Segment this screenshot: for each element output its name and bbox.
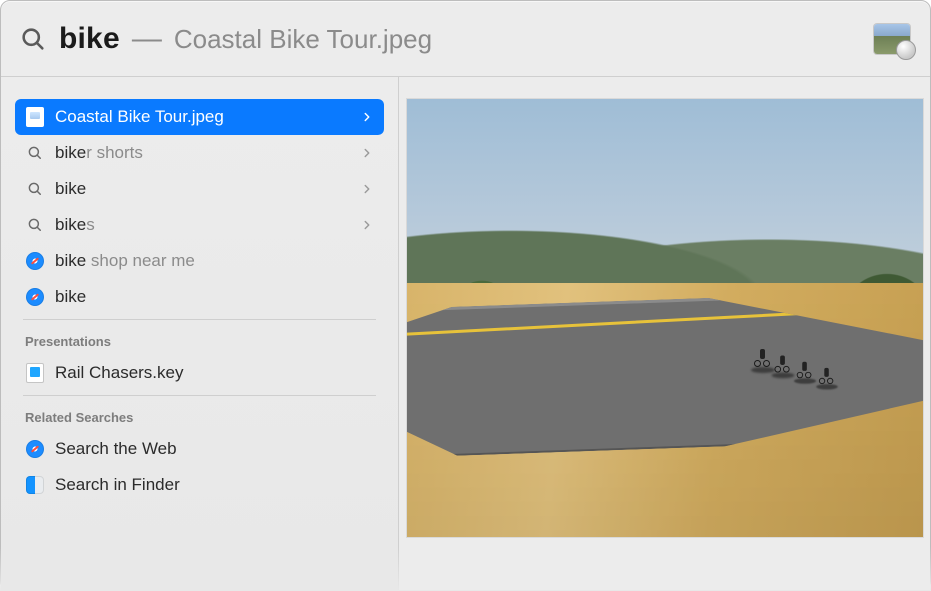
chevron-right-icon bbox=[360, 218, 374, 232]
suggestion-match: bike bbox=[55, 287, 86, 306]
preview-image bbox=[407, 99, 923, 537]
search-top-hit-completion: Coastal Bike Tour.jpeg bbox=[174, 24, 432, 55]
preview-pane bbox=[399, 77, 930, 590]
section-header-presentations: Presentations bbox=[15, 324, 384, 355]
search-text: bike — Coastal Bike Tour.jpeg bbox=[59, 22, 874, 56]
suggestion-match: bike bbox=[55, 143, 86, 162]
cyclist-icon bbox=[799, 362, 810, 379]
safari-icon bbox=[25, 251, 45, 271]
section-header-related: Related Searches bbox=[15, 400, 384, 431]
suggestion-row[interactable]: bike bbox=[15, 279, 384, 315]
sidebar-fade bbox=[1, 547, 399, 590]
top-hit-label: Coastal Bike Tour.jpeg bbox=[55, 107, 350, 127]
cyclist-icon bbox=[821, 368, 832, 384]
search-icon bbox=[25, 143, 45, 163]
suggestion-row[interactable]: bike bbox=[15, 171, 384, 207]
suggestion-match: bike bbox=[55, 179, 86, 198]
search-query-typed: bike bbox=[59, 22, 120, 56]
suggestion-row[interactable]: biker shorts bbox=[15, 135, 384, 171]
chevron-right-icon bbox=[360, 110, 374, 124]
related-label: Search in Finder bbox=[55, 475, 374, 495]
search-bar[interactable]: bike — Coastal Bike Tour.jpeg bbox=[1, 1, 930, 77]
safari-icon bbox=[25, 287, 45, 307]
chevron-right-icon bbox=[360, 146, 374, 160]
suggestion-row[interactable]: bikes bbox=[15, 207, 384, 243]
search-icon bbox=[25, 215, 45, 235]
related-search-finder[interactable]: Search in Finder bbox=[15, 467, 384, 503]
presentation-row[interactable]: Rail Chasers.key bbox=[15, 355, 384, 391]
content-area: Coastal Bike Tour.jpeg biker shorts bbox=[1, 77, 930, 590]
results-sidebar[interactable]: Coastal Bike Tour.jpeg biker shorts bbox=[1, 77, 399, 590]
suggestion-completion: r shorts bbox=[86, 143, 143, 162]
suggestion-label: bikes bbox=[55, 215, 350, 235]
divider bbox=[23, 395, 376, 396]
suggestion-completion: shop near me bbox=[86, 251, 195, 270]
related-search-web[interactable]: Search the Web bbox=[15, 431, 384, 467]
suggestion-row[interactable]: bike shop near me bbox=[15, 243, 384, 279]
jpeg-file-icon bbox=[25, 107, 45, 127]
related-label: Search the Web bbox=[55, 439, 374, 459]
search-icon bbox=[25, 179, 45, 199]
suggestion-match: bike bbox=[55, 215, 86, 234]
search-separator: — bbox=[132, 22, 162, 56]
suggestion-match: bike bbox=[55, 251, 86, 270]
chevron-right-icon bbox=[360, 182, 374, 196]
keynote-file-icon bbox=[25, 363, 45, 383]
search-icon bbox=[19, 25, 47, 53]
top-hit-app-icon bbox=[874, 24, 910, 54]
divider bbox=[23, 319, 376, 320]
cyclist-icon bbox=[757, 349, 769, 367]
presentation-label: Rail Chasers.key bbox=[55, 363, 374, 383]
top-hit-row[interactable]: Coastal Bike Tour.jpeg bbox=[15, 99, 384, 135]
suggestion-label: bike shop near me bbox=[55, 251, 374, 271]
suggestion-completion: s bbox=[86, 215, 95, 234]
spotlight-window: bike — Coastal Bike Tour.jpeg Coastal Bi… bbox=[0, 0, 931, 591]
suggestion-label: bike bbox=[55, 287, 374, 307]
suggestion-label: biker shorts bbox=[55, 143, 350, 163]
suggestion-label: bike bbox=[55, 179, 350, 199]
finder-icon bbox=[25, 475, 45, 495]
cyclist-icon bbox=[777, 355, 788, 372]
safari-icon bbox=[25, 439, 45, 459]
